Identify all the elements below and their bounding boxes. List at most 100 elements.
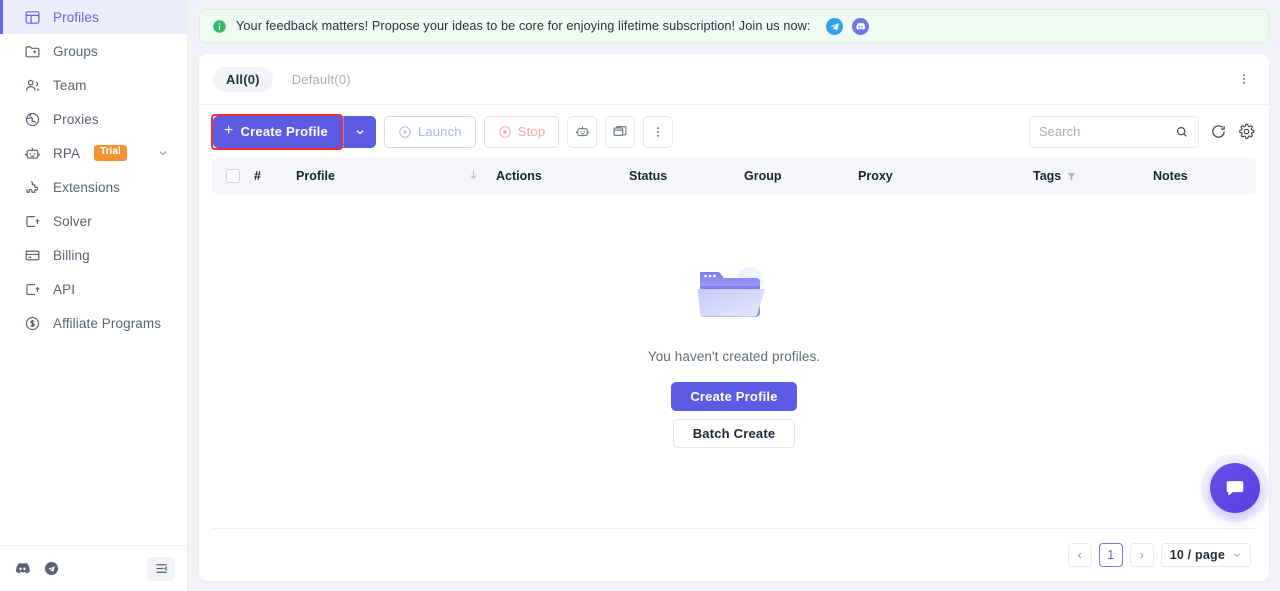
sidebar-item-team[interactable]: Team [0,68,187,102]
discord-icon[interactable] [852,18,869,35]
sidebar-item-label: Solver [53,214,92,229]
dollar-icon [24,315,41,332]
sidebar-item-billing[interactable]: Billing [0,238,187,272]
column-header-profile[interactable]: Profile [294,169,494,183]
play-circle-icon [398,125,412,139]
tabs-row: All(0) Default(0) [199,54,1269,104]
collapse-sidebar-icon[interactable] [147,557,175,581]
plus-icon: + [224,123,234,139]
table-body: You haven't created profiles. Create Pro… [212,194,1256,529]
discord-icon[interactable] [14,560,31,577]
banner-social-links [826,18,869,35]
folder-icon [24,43,41,60]
column-label-tags: Tags [1033,169,1061,183]
create-profile-label: Create Profile [241,124,328,139]
empty-batch-create-button[interactable]: Batch Create [673,419,796,448]
sidebar-item-label: API [53,282,75,297]
pagination-page-1[interactable]: 1 [1099,543,1123,567]
gear-icon[interactable] [1238,123,1255,140]
toolbar-right [1029,116,1255,148]
sidebar-item-api[interactable]: API [0,272,187,306]
column-header-proxy: Proxy [856,169,1031,183]
launch-label: Launch [418,124,462,139]
banner-text: Your feedback matters! Propose your idea… [236,19,811,33]
create-profile-dropdown-button[interactable] [343,116,376,148]
column-label-profile: Profile [296,169,335,183]
search-input[interactable] [1039,124,1169,139]
chevron-down-icon [1232,550,1242,560]
pagination-next-button[interactable]: › [1130,543,1154,567]
filter-icon[interactable] [1066,171,1077,182]
sidebar-item-label: Proxies [53,112,99,127]
create-profile-button[interactable]: + Create Profile [213,116,343,148]
empty-state: You haven't created profiles. Create Pro… [648,260,820,448]
more-vertical-icon[interactable] [1233,66,1255,92]
column-header-actions: Actions [494,169,627,183]
refresh-icon[interactable] [1210,123,1227,140]
feedback-banner: Your feedback matters! Propose your idea… [199,9,1269,43]
table-header-row: # Profile Actions Status Group Proxy Tag… [212,158,1256,194]
empty-state-message: You haven't created profiles. [648,349,820,364]
sidebar-nav: Profiles Groups Team Proxies [0,0,187,545]
profiles-icon [24,9,41,26]
empty-create-profile-button[interactable]: Create Profile [671,382,796,411]
column-header-notes: Notes [1151,169,1231,183]
sidebar: Profiles Groups Team Proxies [0,0,188,591]
profiles-table: # Profile Actions Status Group Proxy Tag… [199,158,1269,529]
sidebar-item-proxies[interactable]: Proxies [0,102,187,136]
credit-card-icon [24,247,41,264]
search-icon[interactable] [1175,125,1189,139]
telegram-icon[interactable] [826,18,843,35]
column-header-num[interactable]: # [252,169,294,183]
puzzle-icon [24,179,41,196]
sidebar-item-label: Profiles [53,10,99,25]
select-all-checkbox[interactable] [226,169,240,183]
toolbar: + Create Profile Launch [199,104,1269,158]
globe-icon [24,111,41,128]
tab-all[interactable]: All(0) [213,67,273,92]
profiles-card: All(0) Default(0) + Create Profile [199,54,1269,581]
chevron-down-icon[interactable] [157,147,169,159]
stop-label: Stop [518,124,546,139]
page-size-select[interactable]: 10 / page [1161,543,1251,567]
select-all-checkbox-cell [212,169,252,183]
tab-default[interactable]: Default(0) [279,67,364,92]
stop-button[interactable]: Stop [484,116,560,148]
pagination: ‹ 1 › 10 / page [199,529,1269,581]
sort-descending-icon[interactable] [467,168,480,184]
sidebar-item-label: Groups [53,44,98,59]
search-box[interactable] [1029,116,1199,148]
sidebar-item-label: RPA [53,146,80,161]
empty-folder-icon [688,260,780,335]
sidebar-item-profiles[interactable]: Profiles [0,0,187,34]
sidebar-item-groups[interactable]: Groups [0,34,187,68]
windows-stack-icon[interactable] [605,116,635,148]
main-content: Your feedback matters! Propose your idea… [188,0,1280,591]
telegram-icon[interactable] [43,560,60,577]
sidebar-item-label: Team [53,78,86,93]
column-header-status: Status [627,169,742,183]
robot-icon[interactable] [567,116,597,148]
sidebar-item-solver[interactable]: Solver [0,204,187,238]
create-profile-group: + Create Profile [213,116,376,148]
more-vertical-icon[interactable] [643,116,673,148]
chat-bubble-icon [1224,477,1246,499]
column-header-tags[interactable]: Tags [1031,169,1151,183]
app-root: Profiles Groups Team Proxies [0,0,1280,591]
launch-button[interactable]: Launch [384,116,476,148]
page-size-label: 10 / page [1170,548,1225,562]
pagination-prev-button[interactable]: ‹ [1068,543,1092,567]
info-icon [212,19,227,34]
stop-circle-icon [498,125,512,139]
chat-widget-button[interactable] [1210,463,1260,513]
sidebar-item-rpa[interactable]: RPA Trial [0,136,187,170]
sidebar-item-label: Extensions [53,180,120,195]
users-icon [24,77,41,94]
sidebar-item-extensions[interactable]: Extensions [0,170,187,204]
solver-icon [24,213,41,230]
sidebar-footer [0,545,187,591]
api-icon [24,281,41,298]
sidebar-item-affiliate-programs[interactable]: Affiliate Programs [0,306,187,340]
robot-icon [24,145,41,162]
sidebar-item-label: Affiliate Programs [53,316,161,331]
